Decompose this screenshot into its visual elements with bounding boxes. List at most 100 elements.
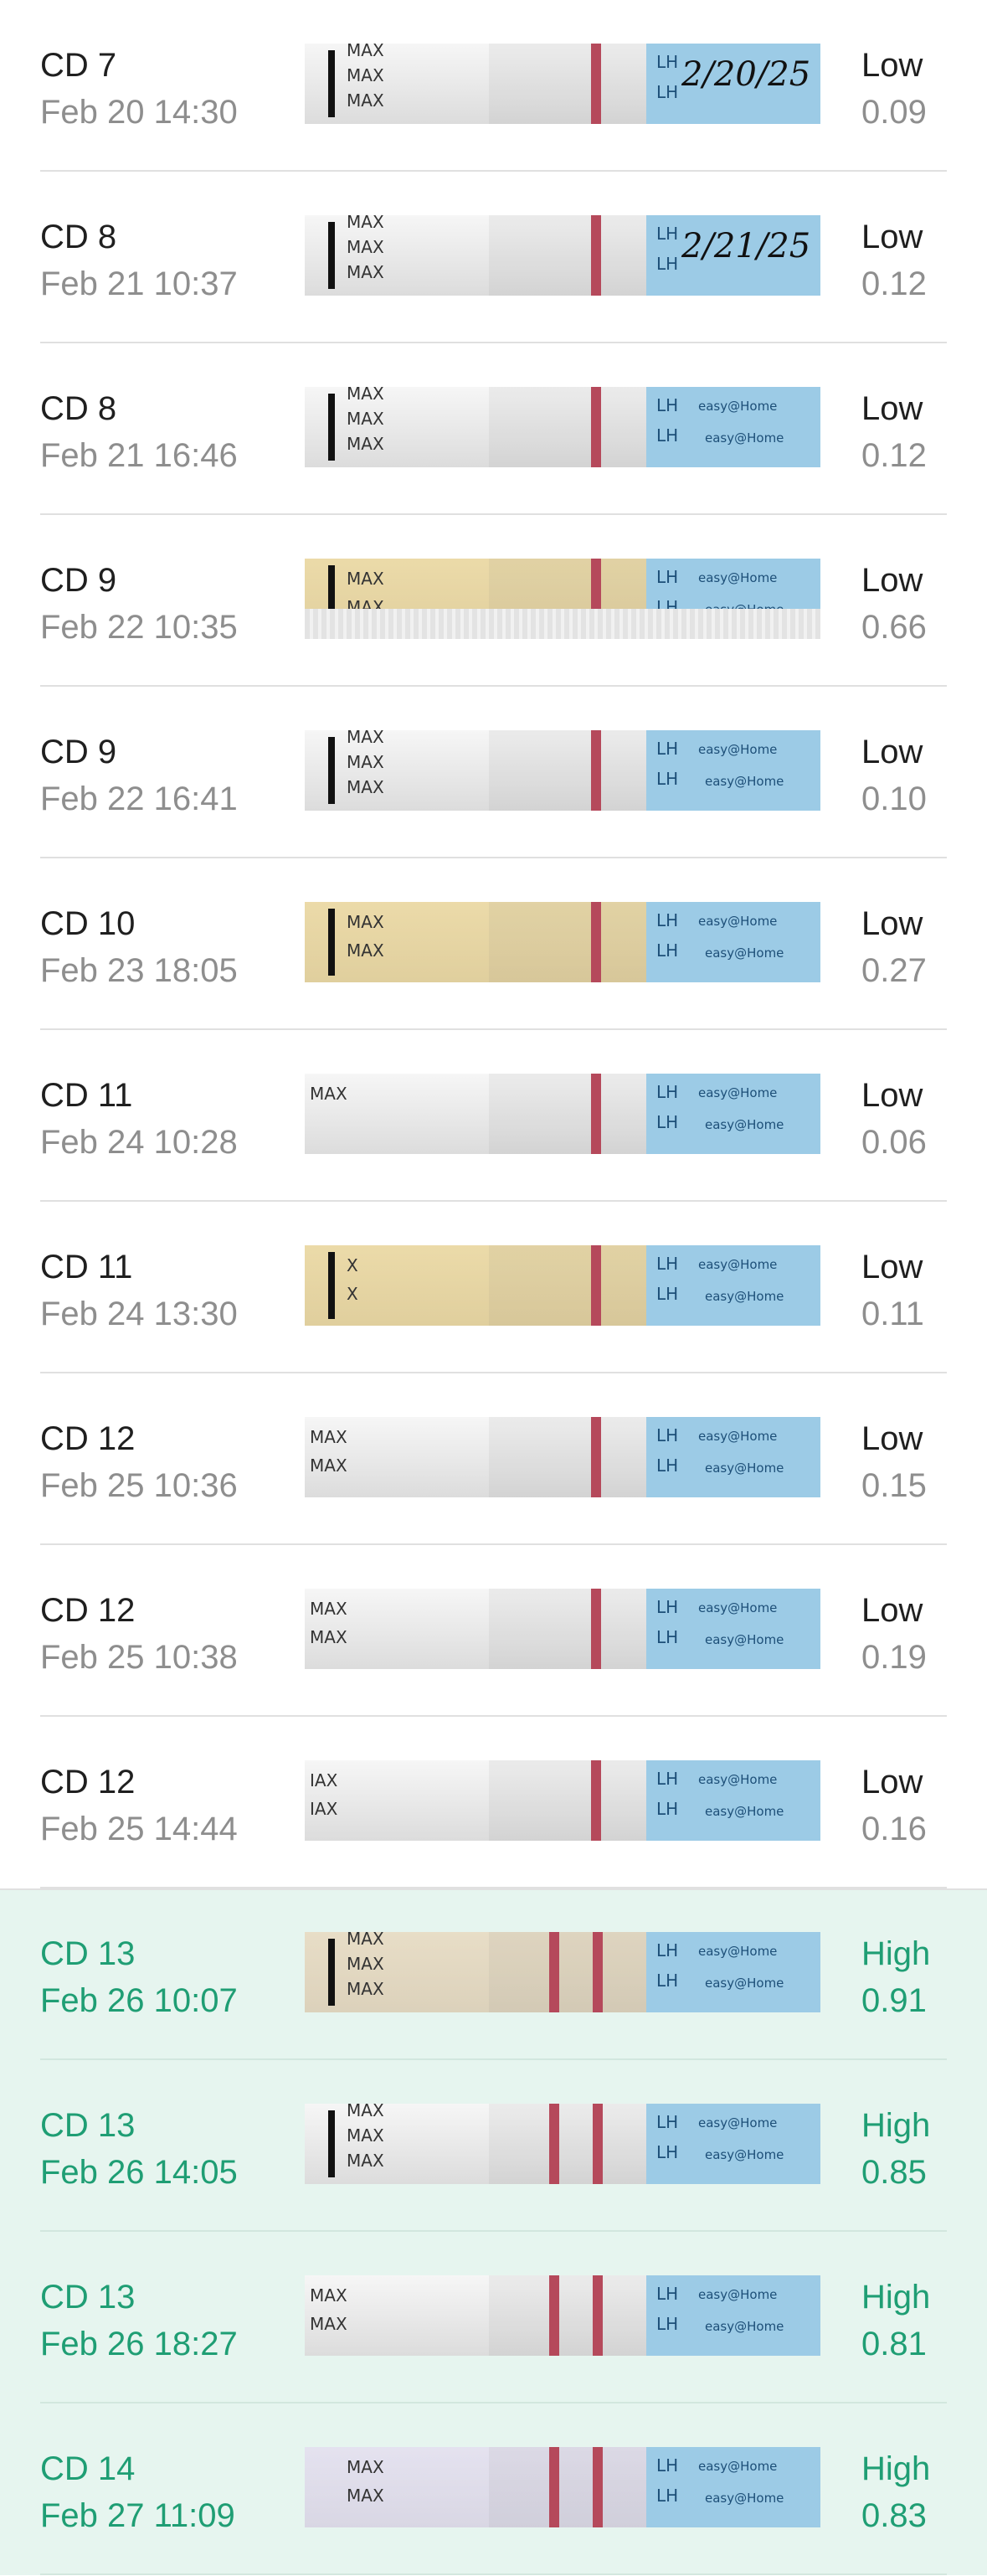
test-strip-photo[interactable]: MAX MAX MAX LH LH easy@Home easy@Home <box>305 730 820 811</box>
strip-lh-label: LH <box>656 940 679 961</box>
cycle-day-label: CD 14 <box>40 2450 136 2487</box>
test-row[interactable]: CD 9 Feb 22 16:41 MAX MAX MAX LH LH easy@Home ea… <box>0 687 987 858</box>
strip-brand-label: easy@Home <box>698 1944 778 1959</box>
strip-lh-label: LH <box>656 2455 679 2476</box>
strip-max-label: MAX <box>347 752 384 772</box>
strip-edge-mark <box>328 1939 335 2006</box>
strip-brand-label: easy@Home <box>705 1804 784 1819</box>
strip-test-line <box>591 44 601 124</box>
test-row[interactable]: CD 13 Feb 26 10:07 MAX MAX MAX LH LH easy@Home e… <box>0 1888 987 2060</box>
test-row[interactable]: CD 12 Feb 25 14:44 IAX IAX LH LH easy@Home easy… <box>0 1717 987 1888</box>
test-datetime: Feb 25 10:38 <box>40 1639 238 1676</box>
test-strip-photo[interactable]: IAX IAX LH LH easy@Home easy@Home <box>305 1760 820 1841</box>
test-datetime: Feb 21 16:46 <box>40 437 238 474</box>
strip-test-line <box>593 2275 603 2356</box>
test-strip-photo[interactable]: X X LH LH easy@Home easy@Home <box>305 1245 820 1326</box>
strip-max-label: MAX <box>347 1979 384 1999</box>
strip-edge-mark <box>328 2110 335 2177</box>
strip-lh-label: LH <box>656 769 679 789</box>
strip-result-window <box>489 1417 648 1497</box>
strip-lh-label: LH <box>656 1971 679 1991</box>
strip-brand-label: easy@Home <box>705 1632 784 1647</box>
test-datetime: Feb 26 14:05 <box>40 2154 238 2191</box>
strip-lh-label: LH <box>656 1254 679 1274</box>
test-row[interactable]: CD 8 Feb 21 10:37 MAX MAX MAX LH LH 2/21/25 Low 0… <box>0 172 987 343</box>
strip-lh-label: LH <box>656 567 679 587</box>
cycle-day-label: CD 12 <box>40 1764 136 1801</box>
strip-lh-label: LH <box>656 82 679 102</box>
strip-max-label: MAX <box>310 1627 347 1647</box>
test-strip-photo[interactable]: MAXMAXLHLHeasy@Homeeasy@Home <box>305 1589 820 1669</box>
strip-max-label: MAX <box>310 1084 347 1104</box>
result-level: Low <box>861 1077 923 1114</box>
cycle-day-label: CD 9 <box>40 562 117 599</box>
test-strip-photo[interactable]: MAX MAX MAX LH LH easy@Home easy@Home <box>305 1932 820 2012</box>
test-strip-photo[interactable]: MAX LH LH easy@Home easy@Home <box>305 1074 820 1154</box>
strip-edge-mark <box>328 394 335 461</box>
test-strip-photo[interactable]: MAX MAX MAX LH LH easy@Home easy@Home <box>305 387 820 467</box>
strip-max-label: MAX <box>347 387 384 404</box>
test-row[interactable]: CD 13 Feb 26 18:27 MAX MAX LH LH easy@Home easy… <box>0 2232 987 2403</box>
test-row[interactable]: CD 13 Feb 26 14:05 MAX MAX MAX LH LH easy@Home e… <box>0 2060 987 2232</box>
strip-test-line <box>593 2447 603 2527</box>
cycle-day-label: CD 12 <box>40 1420 136 1457</box>
strip-lh-label: LH <box>656 1284 679 1304</box>
strip-max-label: MAX <box>347 1932 384 1949</box>
test-strip-photo[interactable]: MAXMAXLHLHeasy@Homeeasy@Home <box>305 559 820 639</box>
result-level: Low <box>861 1420 923 1457</box>
test-row[interactable]: CD 8 Feb 21 16:46 MAX MAX MAX LH LH easy@Home ea… <box>0 343 987 515</box>
strip-result-window <box>489 387 648 467</box>
strip-test-line <box>549 2447 559 2527</box>
result-level: Low <box>861 219 923 255</box>
strip-lh-label: LH <box>656 2486 679 2506</box>
strip-max-label: MAX <box>347 90 384 111</box>
strip-lh-label: LH <box>656 1425 679 1445</box>
strip-max-label: MAX <box>310 2314 347 2334</box>
strip-max-label: MAX <box>347 262 384 282</box>
strip-result-window <box>489 1589 648 1669</box>
test-strip-photo[interactable]: MAX MAX MAX LH LH easy@Home easy@Home <box>305 2104 820 2184</box>
strip-brand-label: easy@Home <box>705 2147 784 2162</box>
cycle-day-label: CD 13 <box>40 2279 136 2316</box>
strip-brand-label: easy@Home <box>698 2115 778 2130</box>
strip-brand-label: easy@Home <box>698 2459 778 2474</box>
strip-brand-label: easy@Home <box>698 570 778 585</box>
strip-lh-label: LH <box>656 1769 679 1789</box>
test-strip-photo[interactable]: MAXMAXLHLHeasy@Homeeasy@Home <box>305 2275 820 2356</box>
strip-max-label: MAX <box>347 237 384 257</box>
result-ratio-value: 0.11 <box>861 1296 924 1332</box>
result-level: Low <box>861 1592 923 1629</box>
test-strip-photo[interactable]: MAXMAXLHLHeasy@Homeeasy@Home <box>305 902 820 982</box>
result-level: High <box>861 1935 931 1972</box>
test-row[interactable]: CD 11 Feb 24 10:28 MAX LH LH easy@Home easy@Ho… <box>0 1030 987 1202</box>
test-row[interactable]: CD 12 Feb 25 10:36 MAX MAX LH LH easy@Home easy… <box>0 1373 987 1545</box>
strip-brand-label: easy@Home <box>705 774 784 789</box>
strip-max-label: IAX <box>310 1770 338 1790</box>
test-row[interactable]: CD 14 Feb 27 11:09 MAX MAX LH LH easy@Home easy… <box>0 2403 987 2575</box>
test-datetime: Feb 26 10:07 <box>40 1982 238 2019</box>
strip-lh-label: LH <box>656 2142 679 2162</box>
cycle-day-label: CD 13 <box>40 2107 136 2144</box>
test-row[interactable]: CD 11 Feb 24 13:30 X X LH LH easy@Home easy@Hom… <box>0 1202 987 1373</box>
test-strip-photo[interactable]: MAX MAX MAX LH LH 2/21/25 <box>305 215 820 296</box>
strip-test-line <box>591 1417 601 1497</box>
test-datetime: Feb 20 14:30 <box>40 94 238 131</box>
strip-lh-label: LH <box>656 1597 679 1617</box>
test-row[interactable]: CD 10 Feb 23 18:05 MAX MAX LH LH easy@Home easy… <box>0 858 987 1030</box>
test-strip-photo[interactable]: MAXMAXLHLHeasy@Homeeasy@Home <box>305 2447 820 2527</box>
strip-max-label: MAX <box>347 434 384 454</box>
strip-result-window <box>489 730 648 811</box>
strip-test-line <box>549 2275 559 2356</box>
strip-max-label: MAX <box>347 2457 384 2477</box>
test-strip-photo[interactable]: MAXMAXLHLHeasy@Homeeasy@Home <box>305 1417 820 1497</box>
test-strip-photo[interactable]: MAX MAX MAX LH LH 2/20/25 <box>305 44 820 124</box>
test-row[interactable]: CD 9Feb 22 10:35MAXMAXLHLHeasy@Homeeasy@… <box>0 515 987 687</box>
test-row[interactable]: CD 7 Feb 20 14:30 MAX MAX MAX LH LH 2/20/25 Low 0… <box>0 0 987 172</box>
strip-lh-label: LH <box>656 395 679 415</box>
test-row[interactable]: CD 12 Feb 25 10:38 MAX MAX LH LH easy@Home easy… <box>0 1545 987 1717</box>
result-level: High <box>861 2279 931 2316</box>
strip-test-line <box>591 1074 601 1154</box>
strip-max-label: MAX <box>347 215 384 232</box>
strip-lh-label: LH <box>656 1082 679 1102</box>
test-datetime: Feb 24 13:30 <box>40 1296 238 1332</box>
